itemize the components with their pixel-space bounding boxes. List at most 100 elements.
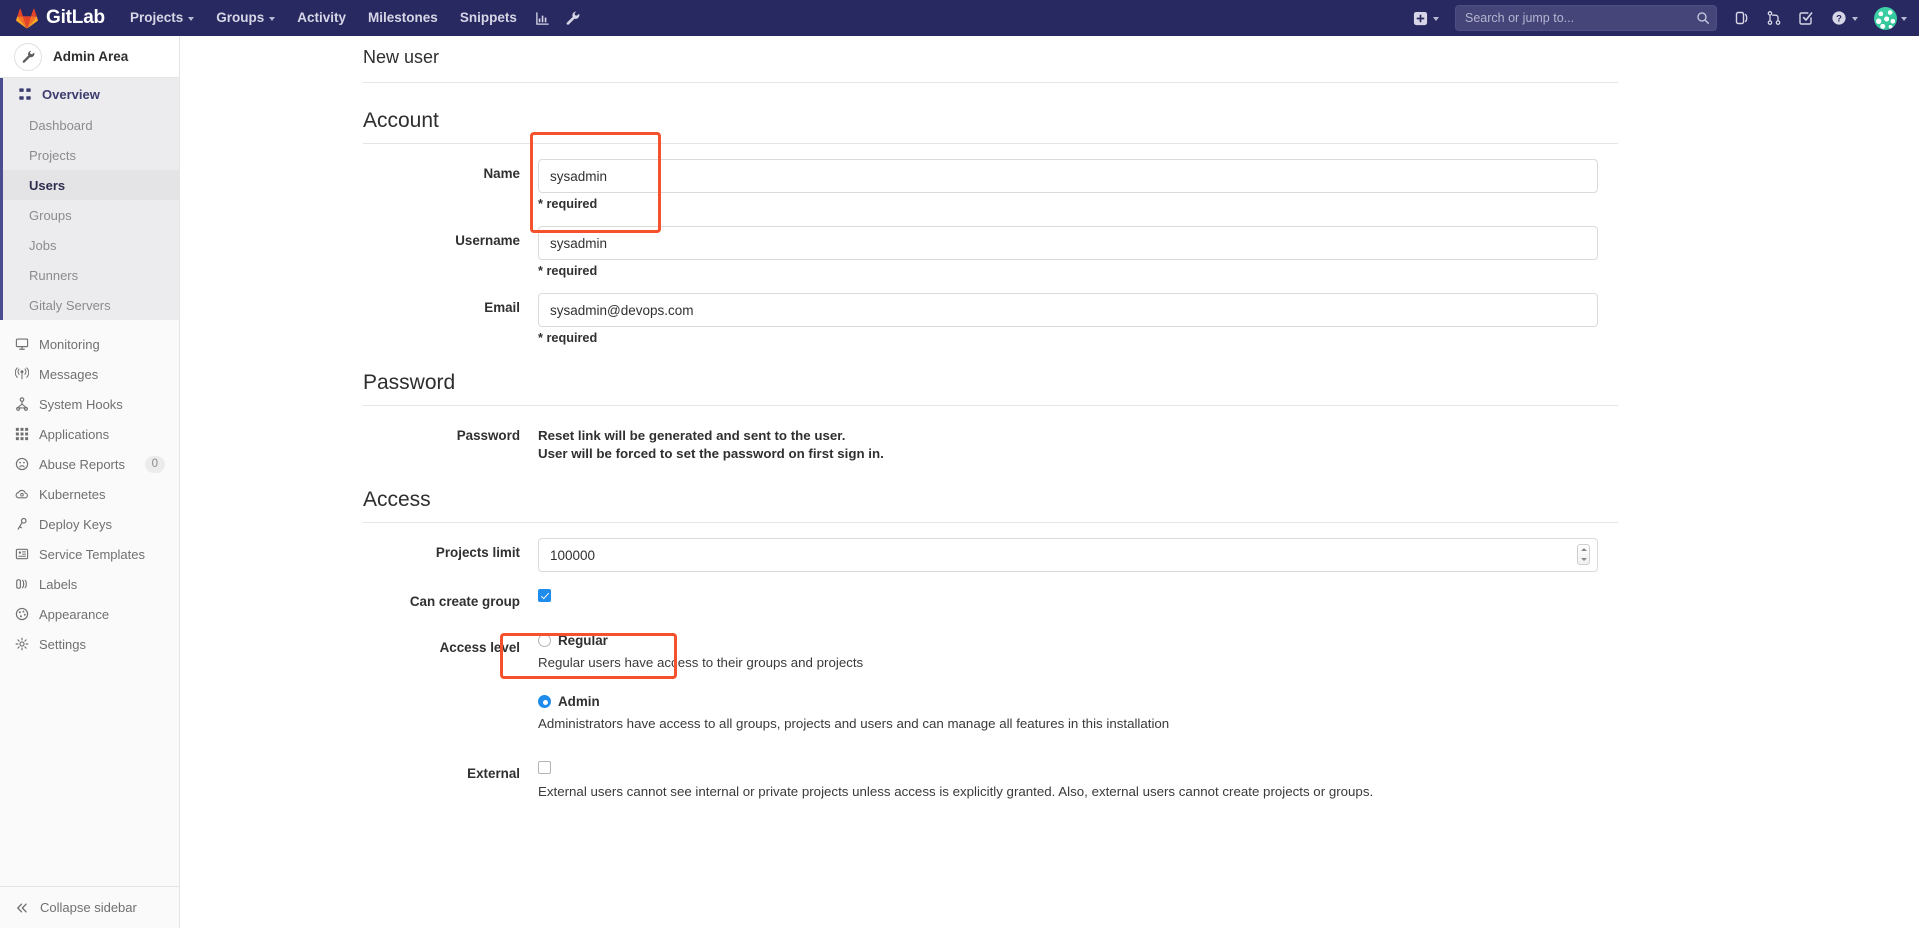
sidebar-item-messages[interactable]: Messages: [0, 359, 179, 389]
sidebar-item-deploy-keys[interactable]: Deploy Keys: [0, 509, 179, 539]
nav-groups[interactable]: Groups: [205, 0, 286, 36]
top-navbar: GitLab Projects Groups Activity Mileston…: [0, 0, 1919, 36]
access-level-option-regular[interactable]: Regular: [538, 633, 1618, 648]
sidebar-item-users-label: Users: [29, 177, 66, 193]
regular-radio[interactable]: [538, 634, 551, 647]
chevrons-left-glyph: [17, 902, 27, 913]
broadcast-glyph: [15, 367, 29, 380]
access-level-label: Access level: [439, 640, 520, 655]
field-row-password: Password Reset link will be generated an…: [363, 406, 1618, 462]
projects-limit-stepper[interactable]: [1577, 544, 1590, 565]
nav-milestones[interactable]: Milestones: [357, 0, 449, 36]
sidebar-item-users[interactable]: Users: [3, 170, 179, 200]
nav-projects[interactable]: Projects: [119, 0, 205, 36]
nav-projects-label: Projects: [129, 10, 184, 25]
sidebar-item-runners[interactable]: Runners: [3, 260, 179, 290]
create-new-dropdown[interactable]: [1405, 0, 1447, 36]
todos-icon[interactable]: [1727, 0, 1757, 36]
sidebar-item-applications[interactable]: Applications: [0, 419, 179, 449]
can-create-group-checkbox[interactable]: [538, 589, 551, 603]
sidebar-item-monitoring[interactable]: Monitoring: [0, 329, 179, 359]
gitlab-logo-link[interactable]: GitLab: [16, 7, 105, 29]
sidebar-item-groups[interactable]: Groups: [3, 200, 179, 230]
label-tag-glyph: [16, 579, 27, 589]
sidebar-item-settings[interactable]: Settings: [0, 629, 179, 659]
access-level-option-admin[interactable]: Admin: [538, 694, 1618, 709]
wrench-glyph: [22, 50, 34, 63]
collapse-sidebar-button[interactable]: Collapse sidebar: [0, 886, 179, 928]
sidebar-item-labels[interactable]: Labels: [0, 569, 179, 599]
chevron-down-icon: [1901, 17, 1907, 21]
grid-glyph: [19, 88, 31, 100]
field-row-can-create-group: Can create group: [363, 572, 1618, 609]
username-input[interactable]: [538, 226, 1598, 260]
stepper-up-icon[interactable]: [1580, 548, 1587, 552]
sidebar-item-groups-label: Groups: [29, 207, 72, 223]
avatar: [1874, 6, 1897, 30]
regular-description: Regular users have access to their group…: [538, 655, 864, 670]
applications-icon: [14, 426, 30, 442]
sidebar-item-kubernetes[interactable]: Kubernetes: [0, 479, 179, 509]
field-row-email: Email * required: [363, 278, 1618, 345]
admin-wrench-icon[interactable]: [558, 0, 588, 36]
email-label: Email: [484, 300, 520, 315]
merge-requests-icon[interactable]: [1759, 0, 1789, 36]
password-label: Password: [456, 428, 520, 443]
email-input[interactable]: [538, 293, 1598, 327]
projects-limit-input[interactable]: [538, 538, 1598, 572]
brand-name: GitLab: [46, 7, 105, 28]
nav-snippets-label: Snippets: [459, 10, 517, 25]
sidebar-scroll-area: Overview Dashboard Projects Users Groups…: [0, 78, 179, 883]
sidebar-item-dashboard[interactable]: Dashboard: [3, 110, 179, 140]
navbar-right-area: ?: [1405, 0, 1919, 36]
monitor-icon: [14, 336, 30, 352]
admin-radio[interactable]: [538, 695, 551, 708]
sidebar-item-jobs[interactable]: Jobs: [3, 230, 179, 260]
nav-milestones-label: Milestones: [368, 10, 438, 25]
sidebar-item-system-hooks[interactable]: System Hooks: [0, 389, 179, 419]
name-input[interactable]: [538, 159, 1598, 193]
hook-icon: [14, 396, 30, 412]
template-glyph: [15, 548, 29, 560]
sidebar-item-messages-label: Messages: [39, 366, 99, 382]
field-row-name: Name * required: [363, 144, 1618, 211]
sidebar-item-service-templates[interactable]: Service Templates: [0, 539, 179, 569]
sidebar-item-projects-label: Projects: [29, 147, 76, 163]
help-question-icon: ?: [1832, 11, 1846, 25]
abuse-reports-count-badge: 0: [144, 455, 165, 473]
admin-description: Administrators have access to all groups…: [538, 716, 1170, 731]
search-input[interactable]: [1455, 5, 1717, 31]
user-menu-dropdown[interactable]: [1868, 6, 1907, 30]
sidebar-context-title: Admin Area: [53, 49, 129, 64]
double-chevron-left-icon: [14, 900, 30, 916]
issues-icon[interactable]: [1791, 0, 1821, 36]
key-glyph: [17, 517, 27, 530]
sidebar-item-appearance[interactable]: Appearance: [0, 599, 179, 629]
collapse-sidebar-label: Collapse sidebar: [40, 900, 137, 915]
cloud-glyph: [15, 489, 28, 499]
section-heading-password: Password: [363, 371, 456, 394]
todo-list-icon: [1735, 11, 1748, 25]
primary-nav: Projects Groups Activity Milestones Snip…: [119, 0, 588, 36]
external-checkbox[interactable]: [538, 761, 551, 775]
field-row-username: Username * required: [363, 211, 1618, 278]
sidebar-item-appearance-label: Appearance: [39, 606, 110, 622]
page-title: New user: [363, 47, 440, 67]
help-dropdown[interactable]: ?: [1823, 0, 1866, 36]
merge-request-icon: [1767, 11, 1781, 25]
nav-snippets[interactable]: Snippets: [449, 0, 528, 36]
can-create-group-label: Can create group: [409, 594, 520, 609]
sidebar-item-abuse-reports[interactable]: Abuse Reports 0: [0, 449, 179, 479]
field-row-external: External External users cannot see inter…: [363, 733, 1618, 801]
main-content: New user Account Name * required Usernam…: [180, 36, 1919, 928]
analytics-icon[interactable]: [528, 0, 558, 36]
sidebar-item-projects[interactable]: Projects: [3, 140, 179, 170]
admin-radio-label: Admin: [558, 694, 600, 709]
sidebar-context-admin-area[interactable]: Admin Area: [0, 36, 179, 78]
labels-icon: [14, 576, 30, 592]
sidebar-item-overview[interactable]: Overview: [3, 78, 179, 110]
stepper-down-icon[interactable]: [1580, 557, 1587, 561]
nav-activity[interactable]: Activity: [286, 0, 357, 36]
sidebar-item-gitaly-servers[interactable]: Gitaly Servers: [3, 290, 179, 320]
